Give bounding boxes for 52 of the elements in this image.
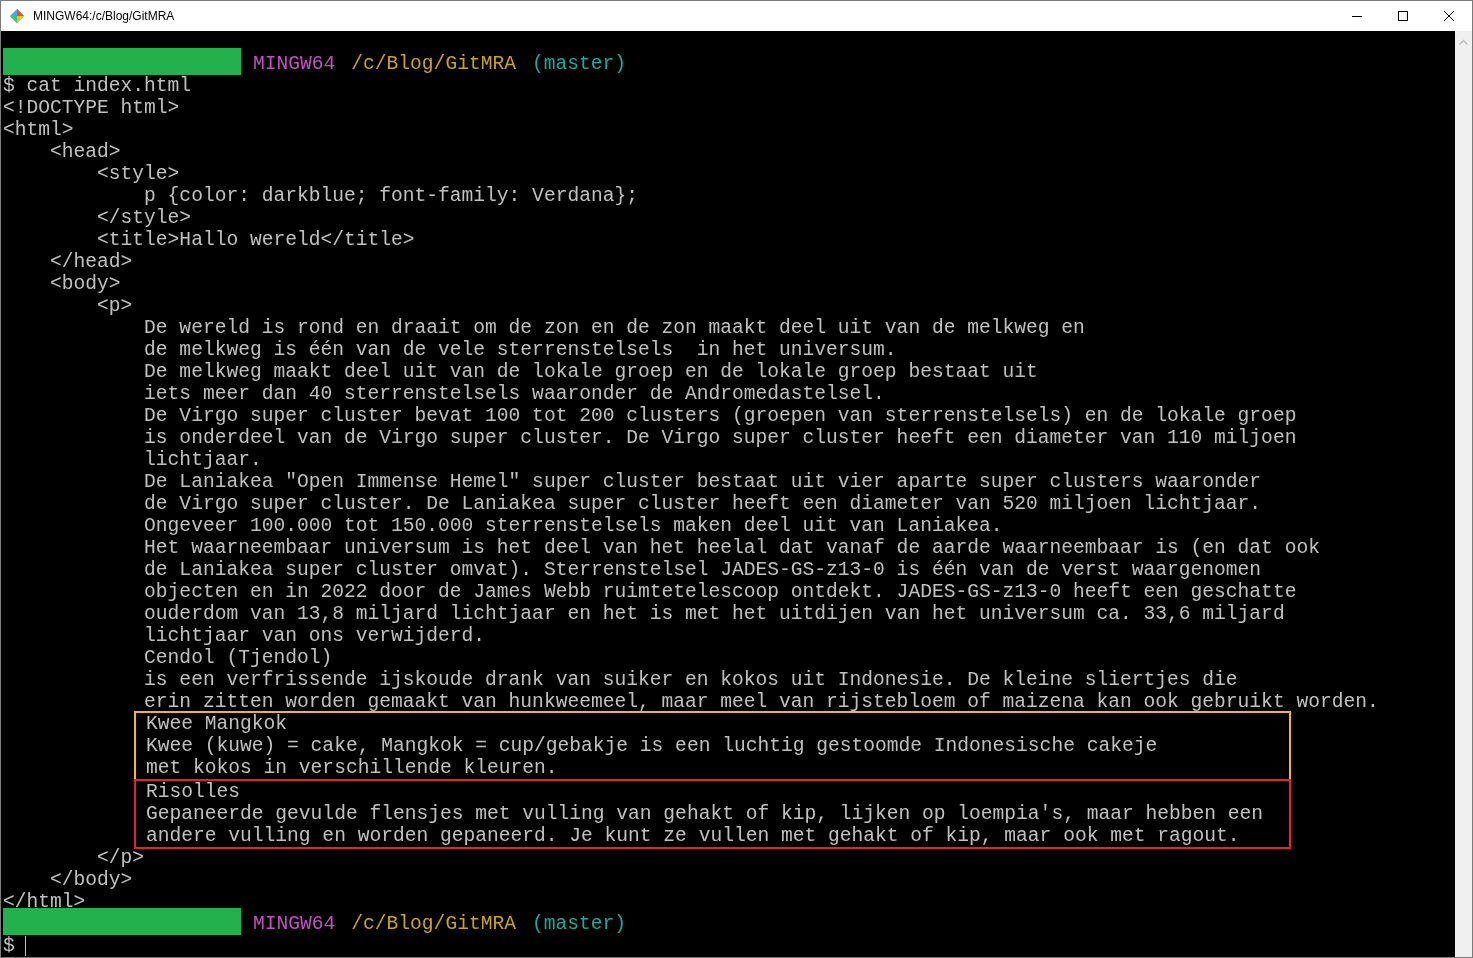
prompt-branch: (master)	[531, 53, 626, 75]
output-line: De wereld is rond en draait om de zon en de zon maakt deel uit van de melkweg en	[143, 317, 1085, 339]
output-line: <html>	[3, 119, 74, 141]
prompt-sign: $	[3, 935, 15, 957]
prompt-system: MINGW64	[253, 913, 336, 935]
output-line: is onderdeel van de Virgo super cluster. De Virgo super cluster heeft een diameter van 110 miljoen	[143, 427, 1297, 449]
output-line: lichtjaar.	[143, 449, 262, 471]
output-line: Gepaneerde gevulde flensjes met vulling van gehakt of kip, lijken op loempia's, maar hebben een	[146, 803, 1264, 825]
output-line: Kwee Mangkok	[146, 713, 288, 735]
output-line: De Virgo super cluster bevat 100 tot 200 clusters (groepen van sterrenstelsels) en de lokale groep	[143, 405, 1297, 427]
output-line: de melkweg is één van de vele sterrenstelsels in het universum.	[143, 339, 897, 361]
prompt-path: /c/Blog/GitMRA	[351, 53, 516, 75]
output-line: $ cat index.html	[3, 75, 192, 97]
output-line: iets meer dan 40 sterrenstelsels waaronder de Andromedastelsel.	[143, 383, 885, 405]
output-line: </body>	[49, 869, 133, 891]
prompt-system: MINGW64	[253, 53, 336, 75]
output-line: <!DOCTYPE html>	[3, 97, 180, 119]
output-line: </style>	[96, 207, 192, 229]
scroll-up-icon[interactable]	[1459, 39, 1468, 45]
close-icon	[1444, 11, 1454, 21]
output-line: objecten en in 2022 door de James Webb ruimtetelescoop ontdekt. JADES-GS-z13-0 heeft een geschatte	[143, 581, 1297, 603]
output-line: <style>	[96, 163, 180, 185]
output-line: de Virgo super cluster. De Laniakea super cluster heeft een diameter van 520 miljoen lichtjaar.	[143, 493, 1262, 515]
output-line: erin zitten worden gemaakt van hunkweemeel, maar meel van rijstebloem of maizena kan ook gebruikt worden.	[143, 691, 1379, 713]
maximize-icon	[1398, 11, 1408, 21]
window-title: MINGW64:/c/Blog/GitMRA	[33, 8, 175, 25]
output-line: <p>	[96, 295, 133, 317]
output-line: de Laniakea super cluster omvat). Sterrenstelsel JADES-GS-z13-0 is één van de verst waargenomen	[143, 559, 1262, 581]
output-line: De melkweg maakt deel uit van de lokale groep en de lokale groep bestaat uit	[143, 361, 1038, 383]
output-line: andere vulling en worden gepaneerd. Je kunt ze vullen met gehakt of kip, maar ook met ragout.	[146, 825, 1240, 847]
output-line: </head>	[49, 251, 133, 273]
output-line: De Laniakea "Open Immense Hemel" super cluster bestaat uit vier aparte super clusters waaronder	[143, 471, 1262, 493]
output-line: p {color: darkblue; font-family: Verdana};	[143, 185, 638, 207]
text-cursor	[24, 936, 26, 956]
output-line: lichtjaar van ons verwijderd.	[143, 625, 486, 647]
prompt-path: /c/Blog/GitMRA	[351, 913, 516, 935]
output-line: Risolles	[146, 781, 241, 803]
output-line: Ongeveer 100.000 tot 150.000 sterrenstelsels maken deel uit van Laniakea.	[143, 515, 1003, 537]
output-line: is een verfrissende ijskoude drank van suiker en kokos uit Indonesie. De kleine sliertjes die	[143, 669, 1238, 691]
output-line: Kwee (kuwe) = cake, Mangkok = cup/gebakje is een luchtig gestoomde Indonesische cakeje	[146, 735, 1158, 757]
output-line: <title>Hallo wereld</title>	[96, 229, 415, 251]
output-line: met kokos in verschillende kleuren.	[146, 757, 558, 779]
output-line: </html>	[3, 891, 86, 913]
prompt-branch: (master)	[531, 913, 626, 935]
scrollbar[interactable]	[1455, 31, 1472, 957]
output-line: <body>	[49, 273, 121, 295]
output-line: </p>	[96, 847, 145, 869]
output-line: <head>	[49, 141, 121, 163]
output-line: Cendol (Tjendol)	[143, 647, 333, 669]
output-line: ouderdom van 13,8 miljard lichtjaar en het is met het uitdijen van het universum ca. 33,6 miljard	[143, 603, 1285, 625]
app-icon	[9, 8, 25, 24]
output-line: Het waarneembaar universum is het deel van het heelal dat vanaf de aarde waarneembaar is (en dat ook	[143, 537, 1320, 559]
